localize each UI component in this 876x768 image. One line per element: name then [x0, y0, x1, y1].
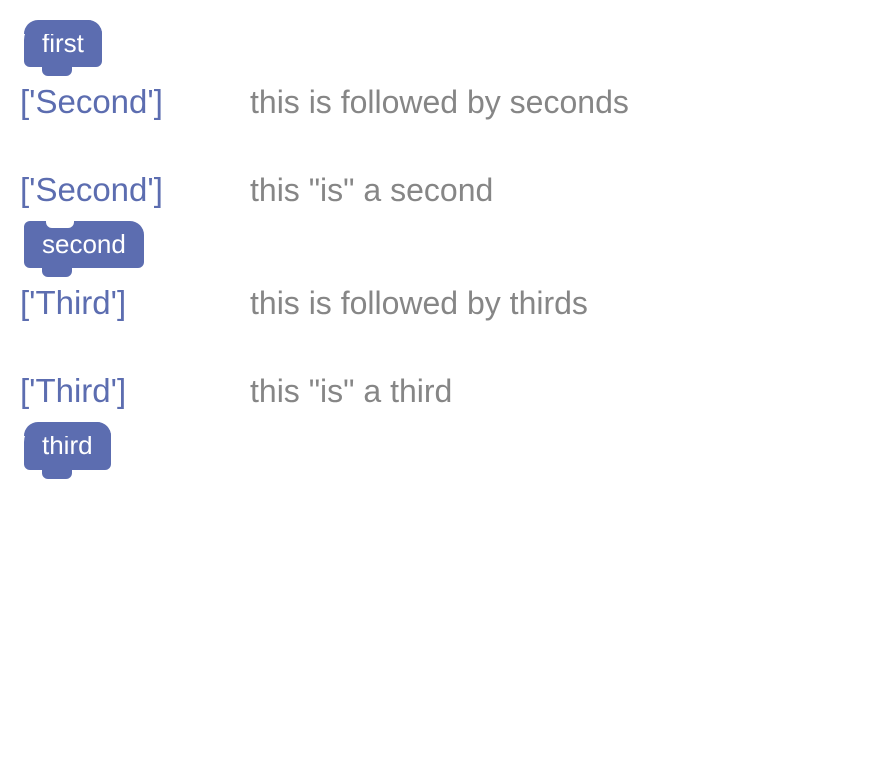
block-first[interactable]: first: [24, 20, 102, 67]
group-first: first ['Second'] this is followed by sec…: [20, 20, 856, 121]
block-second[interactable]: second: [24, 221, 144, 268]
tokens-third-intro: ['Third']: [20, 372, 250, 410]
desc-followed-thirds: this is followed by thirds: [250, 285, 588, 322]
desc-is-second: this "is" a second: [250, 172, 493, 209]
block-label: first: [42, 28, 84, 58]
row-second-follow: ['Third'] this is followed by thirds: [20, 284, 856, 322]
tokens-second-intro: ['Second']: [20, 171, 250, 209]
block-label: second: [42, 229, 126, 259]
row-third-intro: ['Third'] this "is" a third: [20, 372, 856, 410]
group-second: ['Second'] this "is" a second second ['T…: [20, 171, 856, 322]
tokens-second: ['Second']: [20, 83, 250, 121]
desc-is-third: this "is" a third: [250, 373, 452, 410]
block-label: third: [42, 430, 93, 460]
block-third[interactable]: third: [24, 422, 111, 469]
tokens-third: ['Third']: [20, 284, 250, 322]
row-first-follow: ['Second'] this is followed by seconds: [20, 83, 856, 121]
group-third: ['Third'] this "is" a third third: [20, 372, 856, 479]
desc-followed-seconds: this is followed by seconds: [250, 84, 629, 121]
row-second-intro: ['Second'] this "is" a second: [20, 171, 856, 209]
